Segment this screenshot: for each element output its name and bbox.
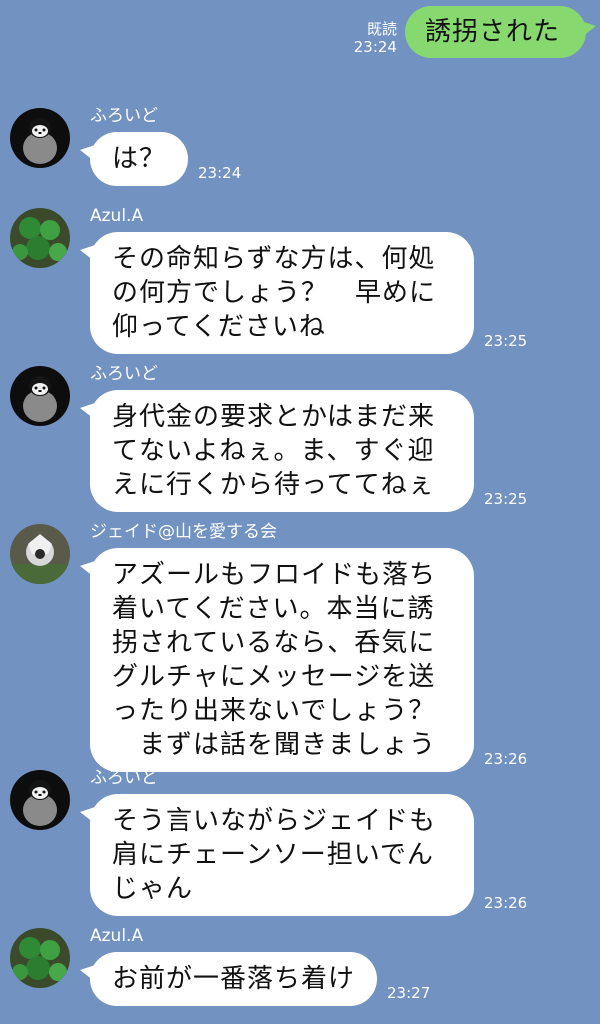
outgoing-meta: 既読 23:24 (354, 20, 397, 56)
penguin-avatar[interactable] (10, 770, 70, 830)
message-bubble[interactable]: お前が一番落ち着け (79, 952, 378, 1006)
message-bubble[interactable]: 身代金の要求とかはまだ来 てないよねぇ。ま、すぐ迎 えに行くから待っててねぇ (80, 390, 474, 512)
sender-name: ふろいど (90, 106, 158, 126)
clover-avatar[interactable] (10, 928, 70, 988)
penguin-icon (10, 366, 70, 426)
chat-view[interactable]: 既読 23:24 誘拐された ふろいど は？ 23:24 Azul.A その命知… (0, 0, 600, 1024)
sender-name: ジェイド@山を愛する会 (90, 522, 277, 542)
penguin-avatar[interactable] (10, 366, 70, 426)
sender-name: Azul.A (90, 926, 144, 946)
message-bubble[interactable]: その命知らずな方は、何処 の何方でしょう？ 早めに 仰ってくださいね (80, 232, 474, 354)
message-time: 23:24 (353, 38, 397, 56)
message-time: 23:25 (484, 332, 528, 350)
clover-icon (10, 928, 70, 988)
message-bubble[interactable]: そう言いながらジェイドも 肩にチェーンソー担いでん じゃん (80, 794, 474, 916)
sender-name: Azul.A (90, 206, 144, 226)
message-bubble[interactable]: アズールもフロイドも落ち 着いてください。本当に誘 拐されているなら、呑気に グ… (80, 548, 474, 772)
read-receipt: 既読 (366, 20, 397, 38)
message-time: 23:27 (387, 984, 431, 1002)
message-time: 23:24 (198, 164, 242, 182)
penguin-icon (10, 108, 70, 168)
penguin-icon (10, 770, 70, 830)
message-time: 23:26 (484, 894, 528, 912)
outgoing-bubble[interactable]: 誘拐された (404, 6, 597, 58)
sender-name: ふろいど (90, 364, 158, 384)
message-time: 23:25 (484, 490, 528, 508)
clover-icon (10, 208, 70, 268)
outgoing-message: 既読 23:24 誘拐された (354, 6, 597, 58)
message-time: 23:26 (484, 750, 528, 768)
mushroom-avatar[interactable] (10, 524, 70, 584)
penguin-avatar[interactable] (10, 108, 70, 168)
message-bubble[interactable]: は？ (79, 132, 189, 186)
mushroom-icon (10, 524, 70, 584)
clover-avatar[interactable] (10, 208, 70, 268)
sender-name: ふろいど (90, 768, 158, 788)
